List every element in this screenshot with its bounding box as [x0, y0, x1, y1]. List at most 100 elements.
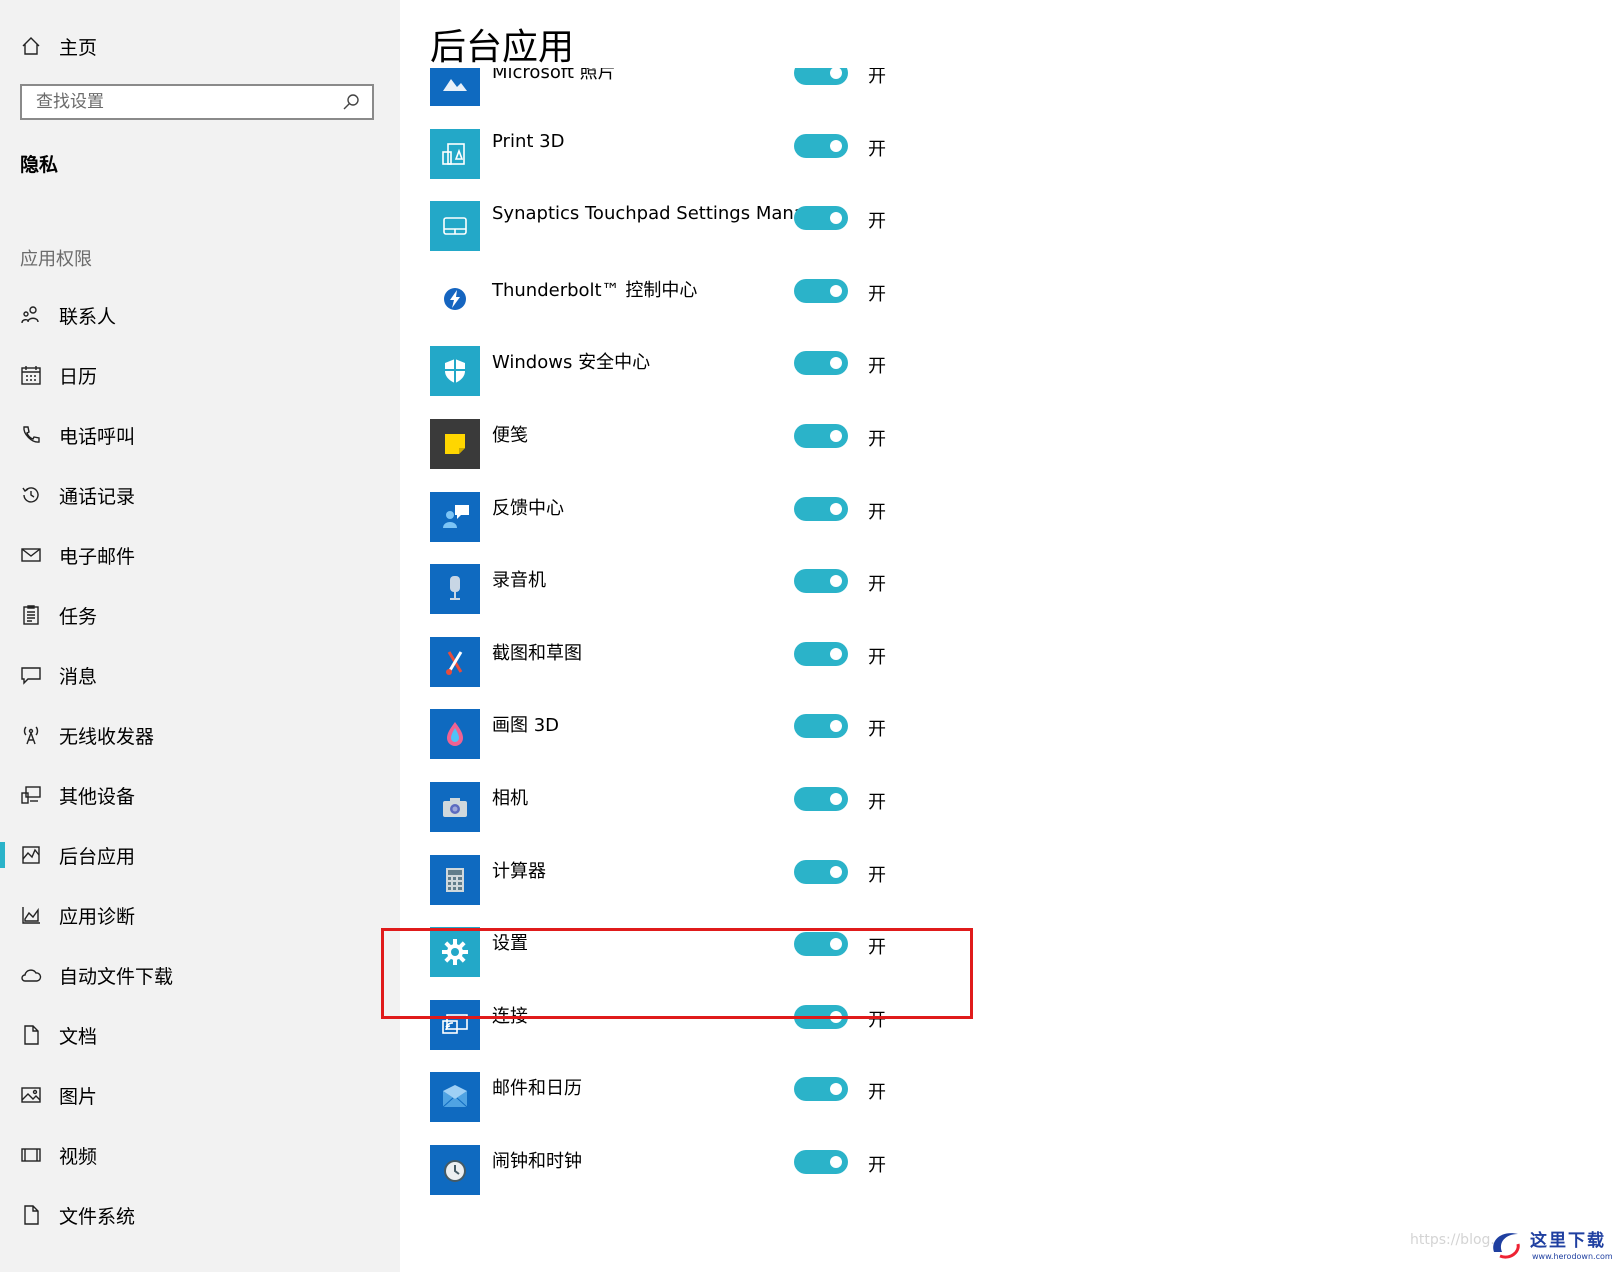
page-title: 后台应用 [430, 27, 575, 68]
mail-calendar-icon [430, 1072, 480, 1123]
background-toggle[interactable] [794, 1150, 848, 1174]
app-row-security-shield: Windows 安全中心 开 [430, 346, 1330, 421]
app-row-snip-sketch: 截图和草图 开 [430, 636, 1330, 712]
background-toggle[interactable] [794, 859, 848, 884]
app-row-feedback-hub: 反馈中心 开 [430, 491, 1330, 567]
app-name: Synaptics Touchpad Settings Manag... [492, 203, 834, 225]
app-row-sticky-notes: 便笺 开 [430, 419, 1330, 494]
sidebar-item-label: 应用诊断 [59, 905, 136, 928]
sidebar-item-cloud[interactable]: 自动文件下载 [0, 945, 400, 1005]
home-icon [20, 35, 42, 57]
app-name: Thunderbolt™ 控制中心 [492, 279, 698, 301]
toggle-state-label: 开 [868, 864, 886, 886]
sidebar-item-label: 文件系统 [59, 1205, 136, 1228]
sidebar-item-background-apps[interactable]: 后台应用 [0, 825, 400, 885]
sidebar-item-label: 任务 [59, 605, 98, 628]
background-toggle[interactable] [794, 1077, 848, 1102]
app-name: 相机 [492, 788, 528, 809]
file-system-icon [20, 1204, 42, 1226]
sidebar-item-devices[interactable]: 其他设备 [0, 765, 400, 825]
sidebar-item-message[interactable]: 消息 [0, 645, 400, 705]
app-name: 闹钟和时钟 [492, 1151, 582, 1172]
sidebar-item-label: 消息 [59, 665, 98, 688]
app-row-mail-calendar: 邮件和日历 开 [430, 1072, 1330, 1147]
background-toggle[interactable] [794, 278, 848, 303]
sidebar-item-diagnostics[interactable]: 应用诊断 [0, 885, 400, 945]
search-input[interactable] [22, 86, 340, 118]
sidebar-item-label: 文档 [59, 1025, 98, 1048]
picture-icon [20, 1084, 42, 1106]
sidebar-item-calendar[interactable]: 日历 [0, 345, 400, 405]
toggle-knob [830, 1156, 842, 1168]
mail-icon [20, 544, 42, 566]
toggle-state-label: 开 [868, 283, 886, 305]
app-row-calculator: 计算器 开 [430, 854, 1330, 930]
sidebar-item-phone[interactable]: 电话呼叫 [0, 405, 400, 465]
sidebar-item-label: 其他设备 [59, 785, 136, 808]
document-icon [20, 1024, 42, 1046]
toggle-knob [830, 212, 842, 225]
video-icon [20, 1144, 42, 1166]
background-toggle[interactable] [794, 569, 848, 594]
app-name: Print 3D [492, 130, 565, 152]
toggle-knob [830, 647, 842, 660]
page-title-bar: 后台应用 [400, 0, 1624, 68]
print3d-icon [430, 128, 480, 179]
radio-icon [20, 724, 42, 746]
group-title: 应用权限 [20, 249, 92, 270]
sidebar-item-file-system[interactable]: 文件系统 [0, 1185, 400, 1245]
sidebar-item-label: 无线收发器 [59, 725, 155, 748]
watermark-url: https://blog. [1410, 1232, 1495, 1248]
sidebar: 主页 隐私 应用权限 联系人日历电话呼叫通话记录电子邮件任务消息无线收发器其他设… [0, 0, 400, 1272]
app-name: 录音机 [492, 570, 546, 592]
search-box[interactable] [20, 84, 374, 120]
sticky-notes-icon [430, 419, 480, 469]
sidebar-item-contacts[interactable]: 联系人 [0, 285, 400, 345]
sidebar-item-video[interactable]: 视频 [0, 1125, 400, 1185]
tasks-icon [20, 604, 42, 626]
sidebar-item-history[interactable]: 通话记录 [0, 465, 400, 525]
security-shield-icon [430, 346, 480, 397]
toggle-knob [830, 1083, 842, 1096]
sidebar-item-label: 后台应用 [59, 845, 136, 868]
app-row-print3d: Print 3D 开 [430, 128, 1330, 204]
background-toggle[interactable] [794, 787, 848, 811]
toggle-state-label: 开 [868, 501, 886, 523]
background-toggle[interactable] [794, 641, 848, 666]
background-toggle[interactable] [794, 424, 848, 448]
background-toggle[interactable] [794, 133, 848, 158]
sidebar-item-label: 电话呼叫 [59, 425, 136, 448]
toggle-state-label: 开 [868, 792, 886, 813]
toggle-knob [830, 865, 842, 878]
toggle-state-label: 开 [868, 719, 886, 741]
sidebar-item-label: 自动文件下载 [59, 965, 174, 988]
devices-icon [20, 784, 42, 806]
sidebar-item-tasks[interactable]: 任务 [0, 585, 400, 645]
toggle-knob [830, 357, 842, 370]
home-link[interactable]: 主页 [20, 28, 360, 64]
sidebar-item-document[interactable]: 文档 [0, 1005, 400, 1065]
app-name: 邮件和日历 [492, 1078, 582, 1100]
feedback-hub-icon [430, 491, 480, 542]
toggle-state-label: 开 [868, 646, 886, 668]
watermark-logo-icon [1493, 1233, 1520, 1259]
background-toggle[interactable] [794, 351, 848, 376]
cloud-icon [20, 964, 42, 986]
toggle-knob [830, 139, 842, 152]
background-toggle[interactable] [794, 714, 848, 739]
toggle-state-label: 开 [868, 211, 886, 233]
background-toggle[interactable] [794, 496, 848, 521]
search-icon[interactable] [340, 91, 362, 113]
sidebar-item-picture[interactable]: 图片 [0, 1065, 400, 1125]
history-icon [20, 484, 42, 506]
sidebar-item-mail[interactable]: 电子邮件 [0, 525, 400, 585]
app-name: 画图 3D [492, 715, 560, 737]
background-toggle[interactable] [794, 206, 848, 231]
diagnostics-icon [20, 904, 42, 926]
sidebar-item-radio[interactable]: 无线收发器 [0, 705, 400, 765]
app-name: 反馈中心 [492, 497, 564, 519]
message-icon [20, 664, 42, 686]
alarm-clock-icon [430, 1145, 480, 1195]
home-label: 主页 [59, 36, 98, 59]
toggle-state-label: 开 [868, 574, 886, 596]
